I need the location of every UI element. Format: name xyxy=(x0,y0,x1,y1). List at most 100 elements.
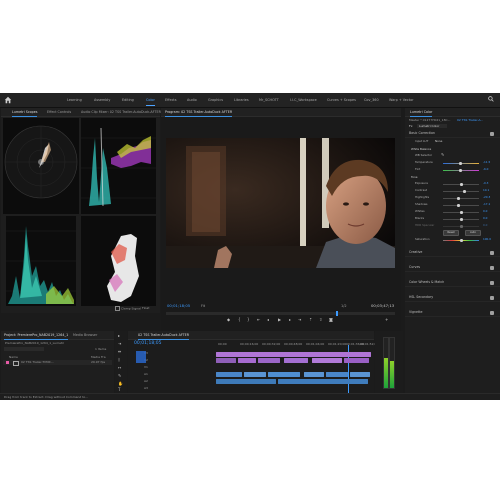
mark-out-icon[interactable]: } xyxy=(247,317,250,322)
shadows-value[interactable]: -17.1 xyxy=(483,203,490,206)
video-clip[interactable] xyxy=(216,358,236,363)
search-icon[interactable] xyxy=(488,96,494,102)
master-clip-label[interactable]: Master * 01277H021_18C... xyxy=(409,118,450,122)
program-timecode-in[interactable]: 00;01;18;05 xyxy=(167,304,190,308)
workspace-tab[interactable]: Editing xyxy=(122,97,134,103)
hand-tool-icon[interactable]: ✋ xyxy=(118,381,123,386)
workspace-tab[interactable]: Mr_SCHOTT xyxy=(259,97,279,103)
audio-clip[interactable] xyxy=(304,372,324,377)
fx-select[interactable]: Lumetri Color xyxy=(417,124,447,128)
temperature-slider[interactable] xyxy=(443,162,479,165)
source-patch[interactable] xyxy=(136,351,146,363)
contrast-slider[interactable] xyxy=(443,190,479,193)
program-scrub-bar[interactable] xyxy=(166,311,395,316)
temperature-value[interactable]: -11.5 xyxy=(483,161,490,164)
play-icon[interactable]: ▶ xyxy=(278,317,281,322)
track-header-v1[interactable]: V1 xyxy=(144,365,148,369)
pen-tool-icon[interactable]: ✎ xyxy=(118,373,121,378)
extract-icon[interactable]: ⇧ xyxy=(319,317,322,322)
exposure-slider[interactable] xyxy=(443,183,479,186)
home-icon[interactable] xyxy=(4,96,12,104)
tab-media-browser[interactable]: Media Browser xyxy=(73,332,97,338)
creative-header[interactable]: Creative xyxy=(405,249,500,257)
curves-checkbox[interactable] xyxy=(490,265,494,270)
highlights-knob[interactable] xyxy=(457,197,460,200)
vignette-checkbox[interactable] xyxy=(490,310,494,315)
track-header-a2[interactable]: A2 xyxy=(144,379,148,383)
workspace-tab[interactable]: Curves + Scopes xyxy=(327,97,356,103)
tab-timeline[interactable]: 02 TSS Trailer-AutoDuck AFTER xyxy=(138,332,190,340)
video-clip[interactable] xyxy=(344,358,369,363)
hdr-specular-slider[interactable] xyxy=(443,225,479,228)
blacks-knob[interactable] xyxy=(460,218,463,221)
hsl-secondary-header[interactable]: HSL Secondary xyxy=(405,294,500,302)
ripple-edit-tool-icon[interactable]: ⇹ xyxy=(118,349,121,354)
temperature-knob[interactable] xyxy=(459,162,462,165)
saturation-value[interactable]: 100.0 xyxy=(483,238,491,241)
blacks-value[interactable]: 0.0 xyxy=(483,217,487,220)
marker-icon[interactable]: ◆ xyxy=(227,317,230,322)
clamp-signal-checkbox[interactable] xyxy=(115,306,120,311)
audio-clip[interactable] xyxy=(278,379,368,384)
float-label[interactable]: Float xyxy=(142,306,149,310)
workspace-tab[interactable]: Warp + Vector xyxy=(389,97,414,103)
shadows-slider[interactable] xyxy=(443,204,479,207)
playhead[interactable] xyxy=(336,311,338,316)
video-clip-v2[interactable] xyxy=(216,352,371,357)
reset-button[interactable]: Reset xyxy=(443,230,459,236)
timeline-timecode[interactable]: 00;01;18;05 xyxy=(134,341,161,346)
whites-value[interactable]: 0.0 xyxy=(483,210,487,213)
project-col-fps[interactable]: Media Fra xyxy=(91,355,106,359)
tab-lumetri-color[interactable]: Lumetri Color xyxy=(410,109,433,117)
highlights-value[interactable]: -20.3 xyxy=(483,196,490,199)
audio-clip[interactable] xyxy=(268,372,300,377)
razor-tool-icon[interactable]: ◊ xyxy=(118,357,120,362)
video-clip[interactable] xyxy=(312,358,342,363)
video-clip[interactable] xyxy=(258,358,280,363)
audio-clip[interactable] xyxy=(216,379,276,384)
tab-audio-clip-mixer[interactable]: Audio Clip Mixer: 02 TSS Trailer-AutoDuc… xyxy=(81,109,161,115)
shadows-knob[interactable] xyxy=(457,204,460,207)
audio-clip[interactable] xyxy=(350,372,370,377)
selection-tool-icon[interactable]: ▸ xyxy=(118,333,120,338)
resolution-select[interactable]: 1/2 xyxy=(341,304,347,308)
exposure-value[interactable]: -0.3 xyxy=(483,182,488,185)
auto-button[interactable]: Auto xyxy=(465,230,481,236)
tab-program[interactable]: Program: 02 TSS Trailer-AutoDuck AFTER xyxy=(165,109,233,117)
curves-header[interactable]: Curves xyxy=(405,264,500,272)
tab-project[interactable]: Project: PremierePro_NAB2019_1264_1 xyxy=(4,332,69,340)
export-frame-icon[interactable]: ◙ xyxy=(329,317,333,322)
project-search-input[interactable] xyxy=(4,347,44,351)
sequence-clip-label[interactable]: 02 TSS Trailer-A... xyxy=(457,118,483,122)
tab-effect-controls[interactable]: Effect Controls xyxy=(47,109,71,115)
video-clip[interactable] xyxy=(284,358,308,363)
hsl-secondary-checkbox[interactable] xyxy=(490,295,494,300)
tint-value[interactable]: -6.0 xyxy=(483,168,488,171)
tab-lumetri-scopes[interactable]: Lumetri Scopes xyxy=(12,109,38,117)
video-clip[interactable] xyxy=(238,358,256,363)
go-to-out-icon[interactable]: ⇥ xyxy=(298,317,301,322)
step-back-icon[interactable]: ◂ xyxy=(267,317,269,322)
contrast-knob[interactable] xyxy=(463,190,466,193)
slip-tool-icon[interactable]: ↔ xyxy=(118,365,121,370)
whites-slider[interactable] xyxy=(443,211,479,214)
track-header-a1[interactable]: A1 xyxy=(144,372,148,376)
basic-correction-checkbox[interactable] xyxy=(490,131,494,136)
exposure-knob[interactable] xyxy=(460,183,463,186)
input-lut-select[interactable]: None xyxy=(435,140,442,143)
hdr-specular-value[interactable]: 0.0 xyxy=(483,224,487,227)
audio-clip[interactable] xyxy=(326,372,348,377)
workspace-tab[interactable]: I.I.C_Workspace xyxy=(290,97,317,103)
workspace-tab[interactable]: Assembly xyxy=(94,97,110,103)
track-header-a3[interactable]: A3 xyxy=(144,386,148,390)
workspace-tab[interactable]: Cov_360 xyxy=(364,97,379,103)
workspace-tab-active[interactable]: Color xyxy=(146,97,155,106)
fx-badge[interactable]: Fx xyxy=(409,124,413,128)
vignette-header[interactable]: Vignette xyxy=(405,309,500,317)
saturation-knob[interactable] xyxy=(460,239,463,242)
project-row[interactable]: 02 TSS Trailer-TVMX... 29.97 fps xyxy=(3,360,112,366)
whites-knob[interactable] xyxy=(460,211,463,214)
basic-correction-header[interactable]: Basic Correction xyxy=(405,130,500,138)
step-forward-icon[interactable]: ▸ xyxy=(289,317,291,322)
tint-knob[interactable] xyxy=(459,169,462,172)
